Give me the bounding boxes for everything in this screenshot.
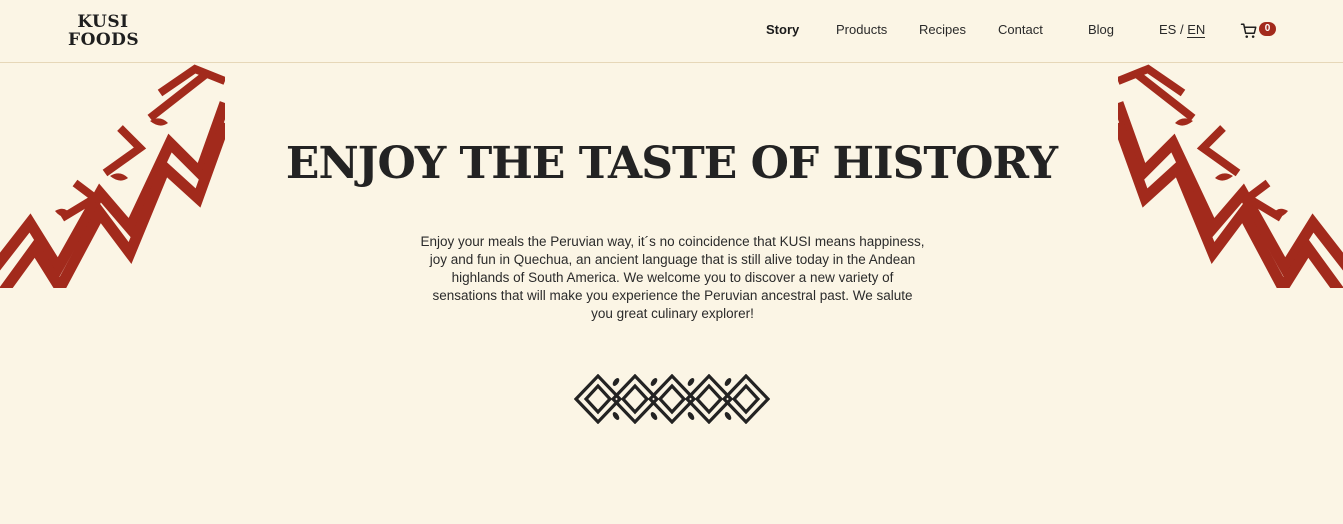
shopping-cart-icon [1240, 23, 1257, 38]
nav-recipes[interactable]: Recipes [919, 22, 966, 37]
hero-description: Enjoy your meals the Peruvian way, it´s … [420, 234, 925, 321]
nav-contact[interactable]: Contact [998, 22, 1043, 37]
logo-line-2: FOODS [68, 30, 140, 50]
nav-blog[interactable]: Blog [1088, 22, 1114, 37]
site-header: KUSI FOODS Story Products Recipes Contac… [0, 0, 1343, 63]
diamond-chain-ornament-icon [574, 374, 770, 424]
lang-es[interactable]: ES [1159, 22, 1176, 37]
nav-story[interactable]: Story [766, 22, 799, 37]
cart-count-badge: 0 [1259, 22, 1276, 36]
lang-en[interactable]: EN [1187, 22, 1206, 38]
lang-separator: / [1176, 22, 1188, 37]
nav-products[interactable]: Products [836, 22, 887, 37]
language-switcher: ES / EN [1159, 22, 1206, 38]
cart-button[interactable]: 0 [1240, 21, 1280, 43]
hero-title: ENJOY THE TASTE OF HISTORY [285, 138, 1058, 189]
kusi-foods-logo[interactable]: KUSI FOODS [68, 12, 140, 50]
logo-line-1: KUSI [77, 12, 129, 32]
